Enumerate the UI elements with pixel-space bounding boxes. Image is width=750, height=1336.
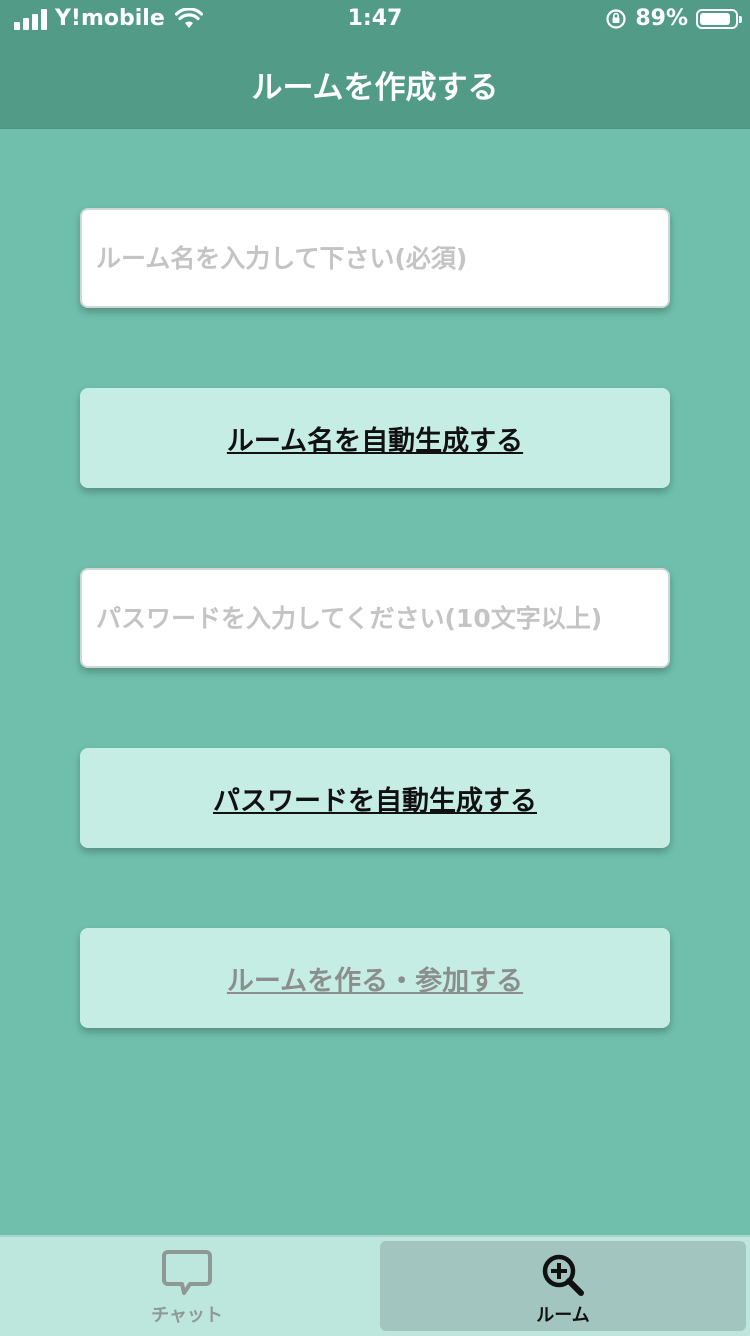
- password-input[interactable]: [82, 570, 668, 666]
- battery-icon: [696, 8, 742, 29]
- room-name-field[interactable]: [80, 208, 670, 308]
- page-title: ルームを作成する: [251, 70, 499, 106]
- status-bar: Y!mobile 1:47 89%: [0, 0, 750, 42]
- tab-chat[interactable]: チャット: [4, 1241, 370, 1331]
- tab-bar: チャット ルーム: [0, 1235, 750, 1336]
- auto-room-name-label: ルーム名を自動生成する: [226, 425, 524, 457]
- tab-chat-label: チャット: [151, 1305, 223, 1326]
- battery-percent: 89%: [635, 6, 688, 31]
- room-name-input[interactable]: [82, 210, 668, 306]
- tab-room[interactable]: ルーム: [380, 1241, 746, 1331]
- auto-password-label: パスワードを自動生成する: [213, 785, 537, 817]
- auto-password-button[interactable]: パスワードを自動生成する: [80, 748, 670, 848]
- search-plus-icon: [542, 1254, 584, 1296]
- password-field[interactable]: [80, 568, 670, 668]
- create-join-room-button[interactable]: ルームを作る・参加する: [80, 928, 670, 1028]
- create-join-room-label: ルームを作る・参加する: [226, 965, 524, 997]
- orientation-lock-icon: [606, 8, 626, 29]
- tab-room-label: ルーム: [536, 1305, 590, 1326]
- status-right: 89%: [605, 6, 742, 31]
- auto-room-name-button[interactable]: ルーム名を自動生成する: [80, 388, 670, 488]
- chat-bubble-icon: [162, 1250, 212, 1295]
- navigation-header: Y!mobile 1:47 89% ルームを作成する: [0, 0, 750, 129]
